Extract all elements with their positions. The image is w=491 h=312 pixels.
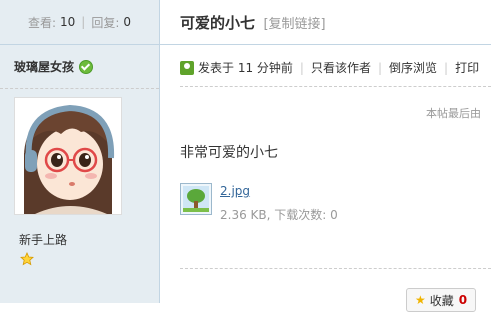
meta-divider-line — [180, 86, 491, 87]
thread-title: 可爱的小七 — [180, 14, 256, 32]
last-edit-note: 本帖最后由 — [426, 107, 481, 120]
avatar-image — [15, 98, 121, 214]
favorite-count: 0 — [458, 293, 468, 307]
stats-divider: | — [81, 15, 86, 29]
favorite-button[interactable]: ★ 收藏 0 — [406, 288, 477, 312]
image-attachment-icon[interactable] — [180, 183, 212, 215]
post-bottom-divider — [180, 268, 491, 269]
avatar[interactable] — [14, 97, 122, 215]
user-rank: 新手上路 — [19, 233, 68, 247]
favorite-label: 收藏 — [429, 293, 454, 308]
post-meta-bar: 发表于 11 分钟前 | 只看该作者 | 倒序浏览 | 打印 — [180, 59, 479, 76]
author-sidebar: 查看: 10 | 回复: 0 玻璃屋女孩 新手上路 — [0, 0, 160, 303]
favorite-star-icon: ★ — [415, 293, 426, 307]
author-name[interactable]: 玻璃屋女孩 — [14, 58, 74, 75]
thread-stats: 查看: 10 | 回复: 0 — [0, 0, 159, 45]
meta-divider: | — [299, 60, 304, 75]
meta-divider: | — [444, 60, 449, 75]
views-label: 查看: — [27, 15, 57, 30]
author-row: 玻璃屋女孩 — [0, 45, 159, 89]
post-main: 可爱的小七 [复制链接] 发表于 11 分钟前 | 只看该作者 | 倒序浏览 |… — [160, 0, 491, 312]
replies-label: 回复: — [91, 15, 120, 30]
rank-star-icon — [20, 252, 34, 266]
attachment-link[interactable]: 2.jpg — [220, 184, 250, 198]
copy-link-button[interactable]: [复制链接] — [263, 17, 325, 32]
user-online-icon — [180, 60, 194, 75]
reverse-order-link[interactable]: 倒序浏览 — [389, 59, 437, 76]
post-time: 发表于 11 分钟前 — [198, 61, 293, 75]
thread-title-row: 可爱的小七 [复制链接] — [180, 12, 326, 33]
title-divider — [160, 44, 491, 45]
attachment-info: 2.36 KB, 下载次数: 0 — [220, 208, 338, 222]
views-count: 10 — [60, 15, 76, 29]
meta-divider: | — [377, 60, 383, 75]
online-status-icon — [79, 59, 94, 74]
post-message: 非常可爱的小七 — [180, 145, 278, 161]
replies-count: 0 — [123, 15, 132, 29]
print-link[interactable]: 打印 — [455, 59, 479, 76]
only-author-link[interactable]: 只看该作者 — [311, 59, 371, 76]
